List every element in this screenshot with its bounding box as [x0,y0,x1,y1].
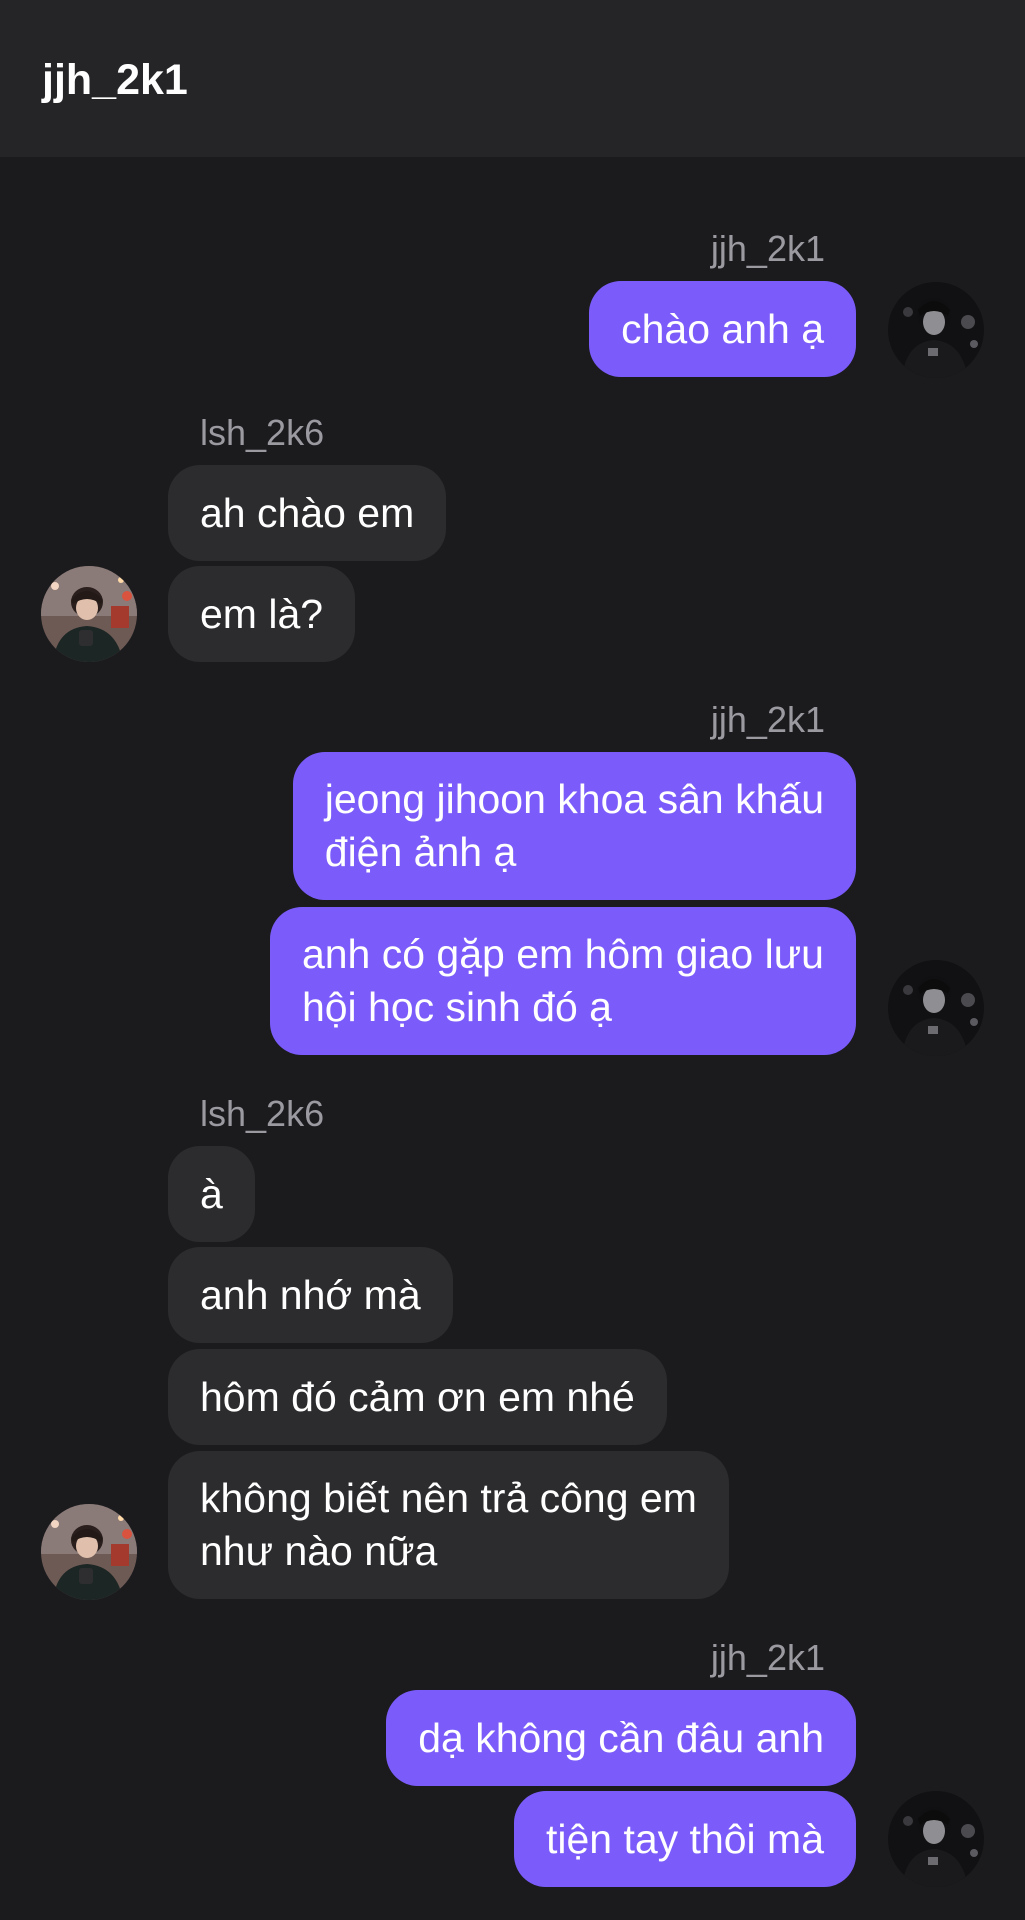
avatar-jjh-2k1[interactable] [888,282,984,378]
chat-header: jjh_2k1 [0,0,1025,157]
sender-name: jjh_2k1 [710,1637,825,1678]
message-bubble-received[interactable]: em là? [168,566,356,662]
message-bubble-sent[interactable]: chào anh ạ [589,281,856,377]
message-bubble-sent[interactable]: jeong jihoon khoa sân khấu điện ảnh ạ [292,752,856,900]
message-bubble-received[interactable]: ah chào em [168,465,447,561]
message-bubble-received[interactable]: à [168,1146,255,1242]
avatar-lsh-2k6[interactable] [41,566,137,662]
sender-name: lsh_2k6 [200,1093,325,1134]
sender-name: lsh_2k6 [200,412,325,453]
avatar-jjh-2k1[interactable] [888,960,984,1056]
sender-name: jjh_2k1 [710,228,825,269]
chat-title[interactable]: jjh_2k1 [42,54,188,106]
sender-name: jjh_2k1 [710,699,825,740]
message-bubble-received[interactable]: không biết nên trả công em như nào nữa [168,1451,729,1599]
message-bubble-sent[interactable]: anh có gặp em hôm giao lưu hội học sinh … [269,907,856,1055]
message-bubble-sent[interactable]: dạ không cần đâu anh [386,1690,856,1786]
message-bubble-sent[interactable]: tiện tay thôi mà [513,1791,856,1887]
avatar-lsh-2k6[interactable] [41,1504,137,1600]
message-bubble-received[interactable]: hôm đó cảm ơn em nhé [168,1349,667,1445]
message-bubble-received[interactable]: anh nhớ mà [168,1247,453,1343]
avatar-jjh-2k1[interactable] [888,1791,984,1887]
